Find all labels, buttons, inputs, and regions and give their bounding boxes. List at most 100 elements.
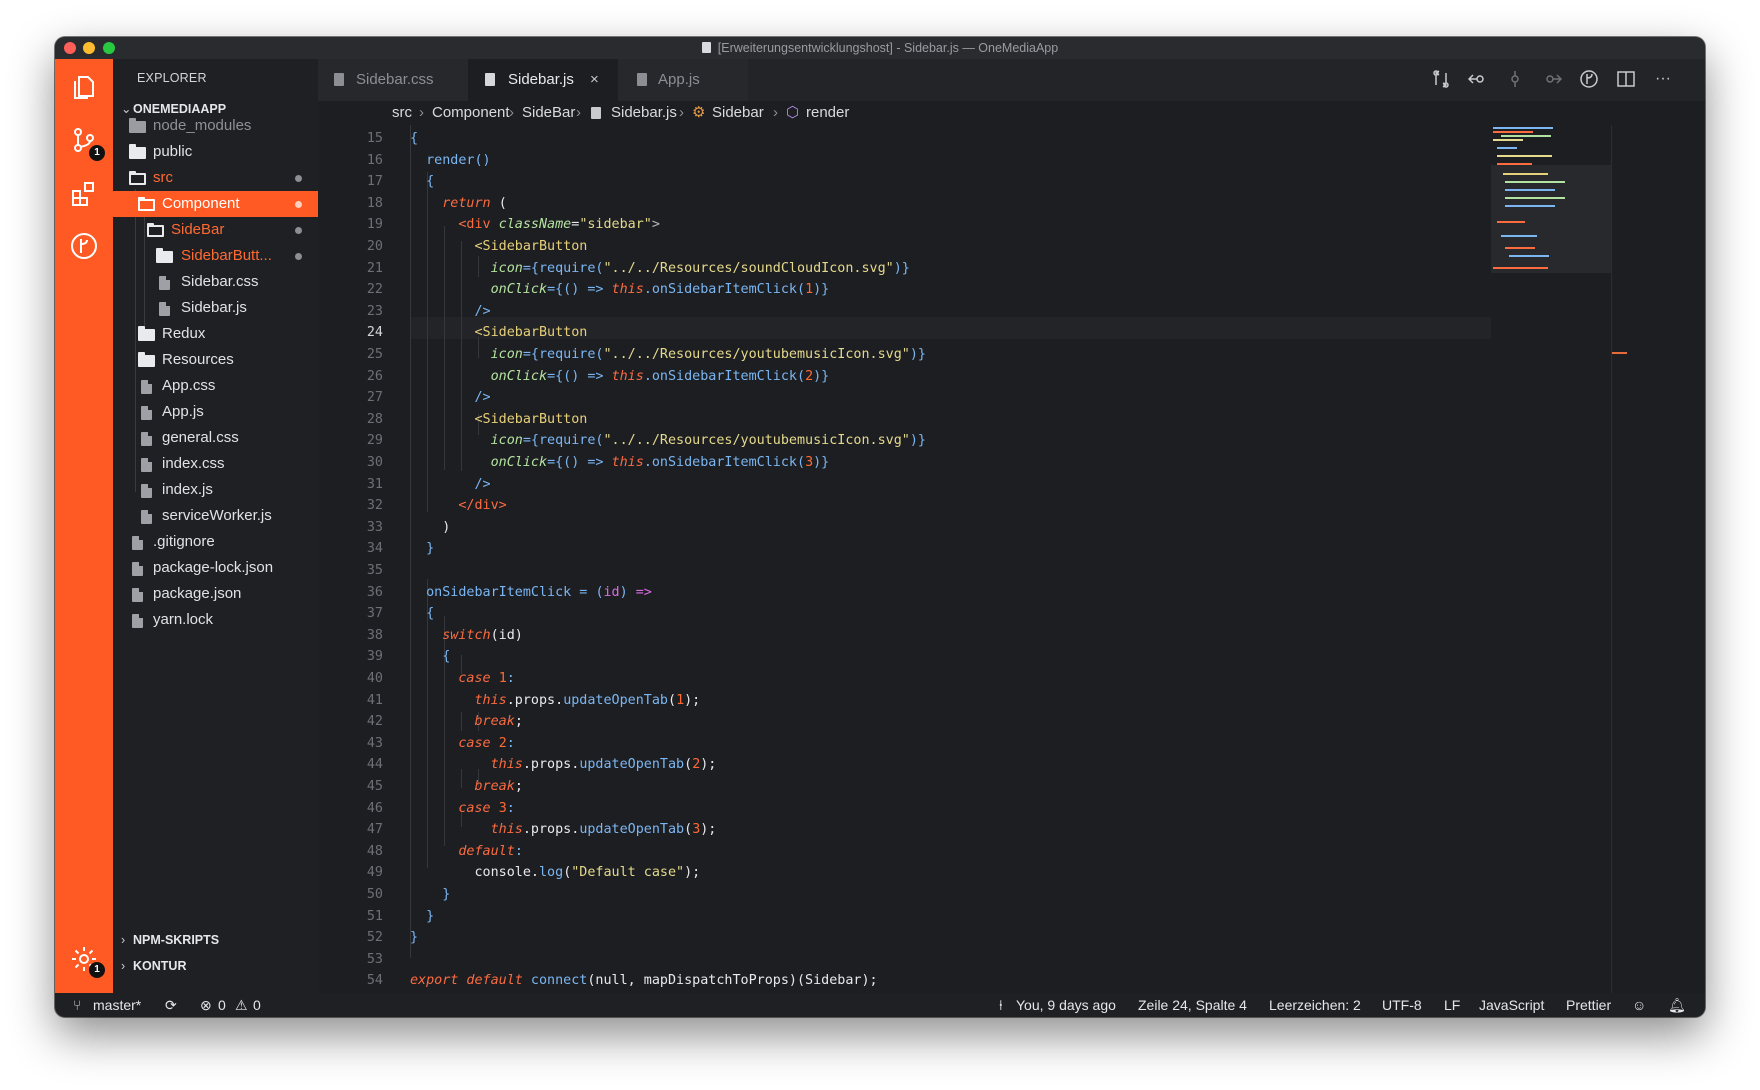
status-formatter[interactable]: Prettier — [1566, 993, 1611, 1017]
breadcrumb-item[interactable]: Sidebar — [712, 101, 764, 125]
status-indent[interactable]: Leerzeichen: 2 — [1269, 993, 1361, 1017]
line-number: 35 — [366, 563, 383, 578]
tree-item-label: SideBar — [171, 221, 225, 238]
tree-item-sidebar-folder[interactable]: SideBar — [113, 217, 318, 243]
tab-app-js[interactable]: App.js — [618, 59, 748, 101]
line-number: 53 — [366, 951, 383, 967]
section-npm-scripts[interactable]: › NPM-SKRIPTS — [121, 933, 219, 947]
notifications-bell-icon[interactable]: 🔔︎ — [1668, 993, 1686, 1017]
breadcrumb-item[interactable]: SideBar — [522, 101, 575, 125]
code-line: icon={require("../../Resources/soundClou… — [490, 260, 910, 276]
status-bar: ⑂ master* ⟳ ⊗ 0 ⚠ 0 ⍿ You, 9 days ago Ze… — [55, 993, 1705, 1017]
status-eol[interactable]: LF — [1444, 993, 1460, 1017]
line-number: 22 — [366, 282, 383, 298]
tree-item-public[interactable]: public — [113, 139, 318, 165]
tree-item-sidebar-css[interactable]: Sidebar.css — [113, 269, 318, 295]
code-line: render() — [426, 152, 491, 168]
commit-icon[interactable] — [1505, 69, 1525, 89]
split-editor-icon[interactable] — [1616, 69, 1636, 89]
file-icon — [141, 510, 152, 524]
files-icon[interactable] — [70, 73, 98, 101]
chevron-right-icon: › — [679, 104, 684, 121]
status-warnings[interactable]: 0 — [253, 993, 261, 1017]
line-number: 40 — [366, 671, 383, 686]
tree-item-gitignore[interactable]: .gitignore — [113, 529, 318, 555]
line-number: 44 — [366, 757, 383, 773]
window-title-text: [Erweiterungsentwicklungshost] - Sidebar… — [717, 41, 1059, 55]
open-timeline-icon[interactable] — [1579, 69, 1599, 89]
code-editor[interactable]: 15 16 17 18 19 20 21 22 23 24 25 26 27 2… — [318, 125, 1491, 993]
tree-item-component[interactable]: Component — [113, 191, 318, 217]
explorer-header: EXPLORER — [137, 71, 207, 85]
status-blame[interactable]: You, 9 days ago — [1016, 993, 1116, 1017]
tree-item-package-json[interactable]: package.json — [113, 581, 318, 607]
tree-item-sidebar-js[interactable]: Sidebar.js — [113, 295, 318, 321]
minimap[interactable] — [1491, 125, 1705, 993]
code-line: /> — [474, 303, 491, 319]
line-number: 20 — [366, 239, 383, 254]
minimap-line — [1493, 131, 1533, 133]
line-number: 23 — [366, 303, 383, 319]
file-icon — [132, 588, 143, 602]
code-line-current: <SidebarButton — [474, 325, 588, 341]
tree-item-app-css[interactable]: App.css — [113, 373, 318, 399]
go-back-icon[interactable] — [1468, 69, 1488, 89]
status-position[interactable]: Zeile 24, Spalte 4 — [1138, 993, 1247, 1017]
tree-item-resources[interactable]: Resources — [113, 347, 318, 373]
tree-item-label: src — [153, 169, 173, 186]
code-line: case 2: — [458, 735, 515, 751]
settings-badge: 1 — [89, 962, 105, 978]
chevron-right-icon: › — [121, 933, 126, 947]
breadcrumb-item[interactable]: Component — [432, 101, 510, 125]
line-number: 26 — [366, 368, 383, 384]
close-icon[interactable]: × — [590, 59, 599, 101]
warning-icon: ⚠ — [235, 997, 248, 1013]
tree-item-index-css[interactable]: index.css — [113, 451, 318, 477]
code-line: this.props.updateOpenTab(3); — [490, 822, 717, 838]
folder-icon — [138, 352, 155, 367]
code-line: export default connect(null, mapDispatch… — [410, 973, 878, 989]
breadcrumb-item[interactable]: src — [392, 101, 412, 125]
scrollbar-track[interactable] — [1611, 125, 1612, 993]
feedback-smiley-icon[interactable]: ☺ — [1632, 993, 1646, 1017]
tree-item-general-css[interactable]: general.css — [113, 425, 318, 451]
code-line: case 1: — [458, 671, 515, 686]
section-outline[interactable]: › KONTUR — [121, 959, 186, 973]
modified-dot — [295, 175, 302, 182]
go-forward-icon[interactable] — [1542, 69, 1562, 89]
tree-item-sidebarbutton-folder[interactable]: SidebarButt... — [113, 243, 318, 269]
tab-sidebar-css[interactable]: Sidebar.css — [318, 59, 468, 101]
tree-item-label: yarn.lock — [153, 611, 214, 628]
line-number: 25 — [366, 347, 383, 362]
status-language[interactable]: JavaScript — [1479, 993, 1544, 1017]
line-number: 38 — [366, 627, 383, 643]
more-actions-icon[interactable]: ··· — [1653, 69, 1673, 89]
tree-item-redux[interactable]: Redux — [113, 321, 318, 347]
tree-item-package-lock-json[interactable]: package-lock.json — [113, 555, 318, 581]
tab-sidebar-js[interactable]: Sidebar.js × — [468, 59, 618, 101]
tree-item-node-modules[interactable]: node_modules — [113, 113, 318, 139]
git-graph-icon[interactable] — [70, 232, 98, 260]
line-number: 36 — [366, 584, 383, 600]
status-encoding[interactable]: UTF-8 — [1382, 993, 1422, 1017]
compare-changes-icon[interactable] — [1431, 69, 1451, 89]
breadcrumb-item[interactable]: render — [806, 101, 849, 125]
tree-item-src[interactable]: src — [113, 165, 318, 191]
minimap-cursor-marker — [1611, 352, 1627, 354]
tree-item-serviceworker-js[interactable]: serviceWorker.js — [113, 503, 318, 529]
tree-item-yarn-lock[interactable]: yarn.lock — [113, 607, 318, 633]
line-number: 45 — [366, 779, 383, 794]
status-errors[interactable]: 0 — [218, 993, 226, 1017]
line-number: 19 — [366, 217, 383, 233]
tree-item-app-js[interactable]: App.js — [113, 399, 318, 425]
breadcrumb-item[interactable]: Sidebar.js — [611, 101, 677, 125]
sync-icon[interactable]: ⟳ — [165, 993, 177, 1017]
extensions-icon[interactable] — [70, 179, 98, 207]
document-icon — [701, 42, 711, 53]
status-branch[interactable]: master* — [93, 993, 141, 1017]
tree-item-index-js[interactable]: index.js — [113, 477, 318, 503]
file-icon — [141, 458, 152, 472]
minimap-line — [1497, 147, 1517, 149]
line-number: 52 — [366, 930, 383, 946]
tree-item-label: serviceWorker.js — [162, 507, 272, 524]
